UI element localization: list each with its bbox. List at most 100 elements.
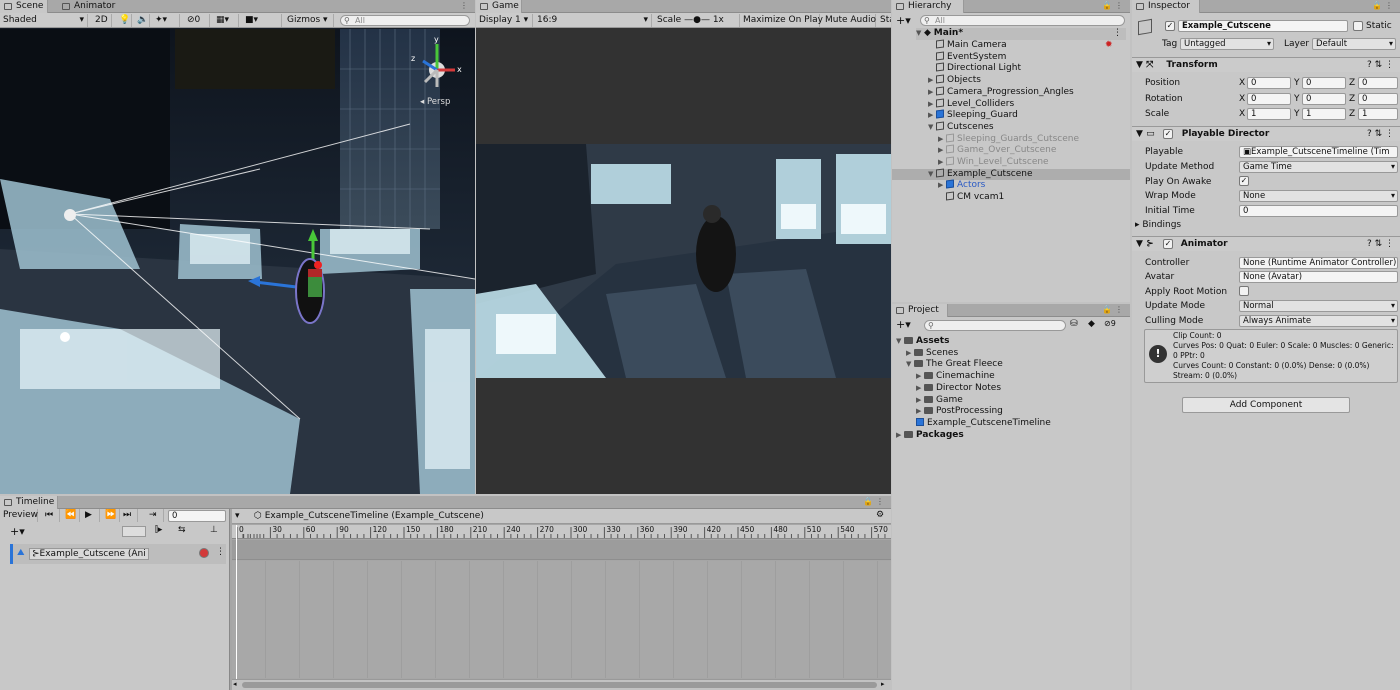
- play-icon[interactable]: ▶: [82, 509, 100, 522]
- audio-icon[interactable]: 🔈: [134, 14, 150, 27]
- next-frame-icon[interactable]: ⏩: [102, 509, 120, 522]
- tools-icon[interactable]: ▦▾: [213, 14, 239, 27]
- horizontal-scrollbar[interactable]: ◂ ▸: [232, 679, 891, 690]
- hidden-count-toggle[interactable]: ⊘0: [184, 14, 210, 27]
- play-on-awake-checkbox[interactable]: ✓: [1239, 176, 1249, 186]
- prev-frame-icon[interactable]: ⏪: [62, 509, 80, 522]
- lighting-icon[interactable]: 💡: [116, 14, 132, 27]
- static-checkbox[interactable]: [1353, 21, 1363, 31]
- tab-animator[interactable]: Animator: [58, 0, 118, 13]
- mute-audio-toggle[interactable]: Mute Audio: [822, 14, 876, 27]
- layer-dropdown[interactable]: Default: [1312, 38, 1396, 50]
- timeline-ruler[interactable]: 0 30 60 90 120 150 180 210 240 270 300 330 360 390 420…: [232, 525, 891, 539]
- scene-menu-icon[interactable]: ⋮: [1113, 28, 1122, 40]
- gizmos-dropdown[interactable]: Gizmos ▾: [284, 14, 334, 27]
- project-folder[interactable]: ▶ Director Notes: [916, 383, 1001, 395]
- hierarchy-item-inactive[interactable]: ▶ Sleeping_Guards_Cutscene: [938, 133, 1079, 146]
- scale-z-field[interactable]: 1: [1358, 108, 1398, 120]
- hierarchy-item[interactable]: EventSystem: [936, 51, 1006, 64]
- project-folder[interactable]: ▼ The Great Fleece: [906, 359, 1003, 371]
- scene-viewport[interactable]: y x z ◂ Persp: [0, 29, 475, 494]
- initial-time-field[interactable]: 0: [1239, 205, 1398, 217]
- scene-search-input[interactable]: All: [340, 15, 470, 26]
- scroll-thumb[interactable]: [242, 682, 877, 688]
- update-method-dropdown[interactable]: Game Time: [1239, 161, 1398, 173]
- frame-field[interactable]: 0: [168, 510, 226, 522]
- object-name-field[interactable]: Example_Cutscene: [1178, 20, 1348, 32]
- bindings-foldout[interactable]: ▸ Bindings: [1135, 220, 1181, 230]
- aspect-dropdown[interactable]: 16:9 ▾: [534, 14, 652, 27]
- record-icon[interactable]: [199, 548, 209, 558]
- tab-inspector[interactable]: Inspector: [1132, 0, 1200, 13]
- snap-icon[interactable]: ⇆: [178, 525, 186, 535]
- track-lane[interactable]: [232, 540, 891, 560]
- timeline-asset-label[interactable]: ⬡ Example_CutsceneTimeline (Example_Cuts…: [254, 511, 484, 521]
- display-dropdown[interactable]: Display 1 ▾: [476, 14, 533, 27]
- tab-timeline[interactable]: Timeline: [0, 496, 58, 509]
- hierarchy-item-selected[interactable]: ▼ Example_Cutscene: [892, 168, 1130, 181]
- track-menu-icon[interactable]: ⋮: [216, 547, 225, 557]
- animator-header[interactable]: ▼ ⊱ ✓ Animator? ⇅ ⋮: [1132, 236, 1400, 251]
- project-search-input[interactable]: [924, 320, 1066, 331]
- director-enabled-checkbox[interactable]: ✓: [1163, 129, 1173, 139]
- project-folder[interactable]: ▼ Assets: [896, 336, 949, 348]
- scale-slider[interactable]: Scale —●— 1x: [654, 14, 740, 27]
- hierarchy-item[interactable]: Directional Light: [936, 62, 1021, 75]
- goto-start-icon[interactable]: ⏮: [42, 509, 60, 522]
- tab-hierarchy[interactable]: Hierarchy: [892, 0, 964, 13]
- project-folder[interactable]: ▶ Scenes: [906, 348, 958, 360]
- hierarchy-add-button[interactable]: +▾: [896, 14, 911, 27]
- component-menu-icon[interactable]: ? ⇅ ⋮: [1367, 237, 1394, 252]
- timeline-menu-icon[interactable]: 🔒⋮: [863, 497, 887, 506]
- chevron-down-icon[interactable]: ▾: [235, 511, 240, 521]
- hierarchy-item[interactable]: ▼ Cutscenes: [928, 121, 994, 134]
- project-folder[interactable]: ▶ Game: [916, 395, 963, 407]
- add-component-button[interactable]: Add Component: [1182, 397, 1350, 413]
- project-folder[interactable]: ▶ Cinemachine: [916, 371, 995, 383]
- hierarchy-item[interactable]: ▶ Camera_Progression_Angles: [928, 86, 1074, 99]
- hidden-packages-toggle[interactable]: ⊘9: [1104, 319, 1116, 328]
- pin-icon[interactable]: ⊥: [210, 525, 218, 535]
- project-add-button[interactable]: +▾: [896, 318, 911, 331]
- scroll-right-icon[interactable]: ▸: [881, 680, 885, 688]
- active-checkbox[interactable]: ✓: [1165, 21, 1175, 31]
- maximize-on-play-toggle[interactable]: Maximize On Play: [740, 14, 823, 27]
- hierarchy-item-inactive[interactable]: ▶ Game_Over_Cutscene: [938, 144, 1056, 157]
- position-z-field[interactable]: 0: [1358, 77, 1398, 89]
- shading-dropdown[interactable]: Shaded ▾: [0, 14, 88, 27]
- culling-mode-dropdown[interactable]: Always Animate: [1239, 315, 1398, 327]
- component-menu-icon[interactable]: ? ⇅ ⋮: [1367, 127, 1394, 142]
- project-menu-icon[interactable]: 🔒⋮: [1102, 305, 1126, 314]
- persp-label[interactable]: ◂ Persp: [420, 97, 450, 107]
- transform-header[interactable]: ▼ ⤧ Transform? ⇅ ⋮: [1132, 57, 1400, 72]
- project-folder[interactable]: ▶ Packages: [896, 430, 964, 442]
- hierarchy-item[interactable]: ▶ Actors: [938, 179, 985, 192]
- hierarchy-item-inactive[interactable]: ▶ Win_Level_Cutscene: [938, 156, 1049, 169]
- controller-field[interactable]: None (Runtime Animator Controller): [1239, 257, 1398, 269]
- scene-root[interactable]: ▼ ◆ Main* ⋮: [916, 28, 1126, 40]
- animator-enabled-checkbox[interactable]: ✓: [1163, 239, 1173, 249]
- playable-director-header[interactable]: ▼ ▭ ✓ Playable Director? ⇅ ⋮: [1132, 126, 1400, 141]
- tab-game[interactable]: Game: [476, 0, 522, 13]
- tab-scene[interactable]: Scene: [0, 0, 48, 13]
- track-header[interactable]: ⛰ ⊱Example_Cutscene (Ani ⊙ ⋮: [10, 544, 226, 564]
- stats-toggle[interactable]: Sta: [877, 14, 891, 27]
- rotation-y-field[interactable]: 0: [1302, 93, 1346, 105]
- component-menu-icon[interactable]: ? ⇅ ⋮: [1367, 58, 1394, 73]
- marker-toggle-icon[interactable]: ⫿▸: [155, 525, 162, 535]
- rotation-z-field[interactable]: 0: [1358, 93, 1398, 105]
- hierarchy-search-input[interactable]: All: [920, 15, 1125, 26]
- hierarchy-item[interactable]: ▶ Level_Colliders: [928, 97, 1014, 111]
- avatar-field[interactable]: None (Avatar): [1239, 271, 1398, 283]
- scene-menu-icon[interactable]: ⋮: [460, 1, 471, 10]
- hierarchy-menu-icon[interactable]: 🔒⋮: [1102, 1, 1126, 10]
- apply-root-motion-checkbox[interactable]: [1239, 286, 1249, 296]
- hierarchy-item[interactable]: ▶ Objects: [928, 74, 981, 87]
- settings-icon[interactable]: ⚙: [876, 510, 884, 520]
- project-folder[interactable]: ▶ PostProcessing: [916, 406, 1003, 418]
- effects-icon[interactable]: ✦▾: [152, 14, 180, 27]
- filter-by-type-icon[interactable]: ⛁: [1070, 319, 1078, 329]
- add-track-button[interactable]: +▾: [10, 525, 25, 538]
- game-view[interactable]: [476, 144, 891, 378]
- preview-toggle[interactable]: Preview: [0, 509, 38, 522]
